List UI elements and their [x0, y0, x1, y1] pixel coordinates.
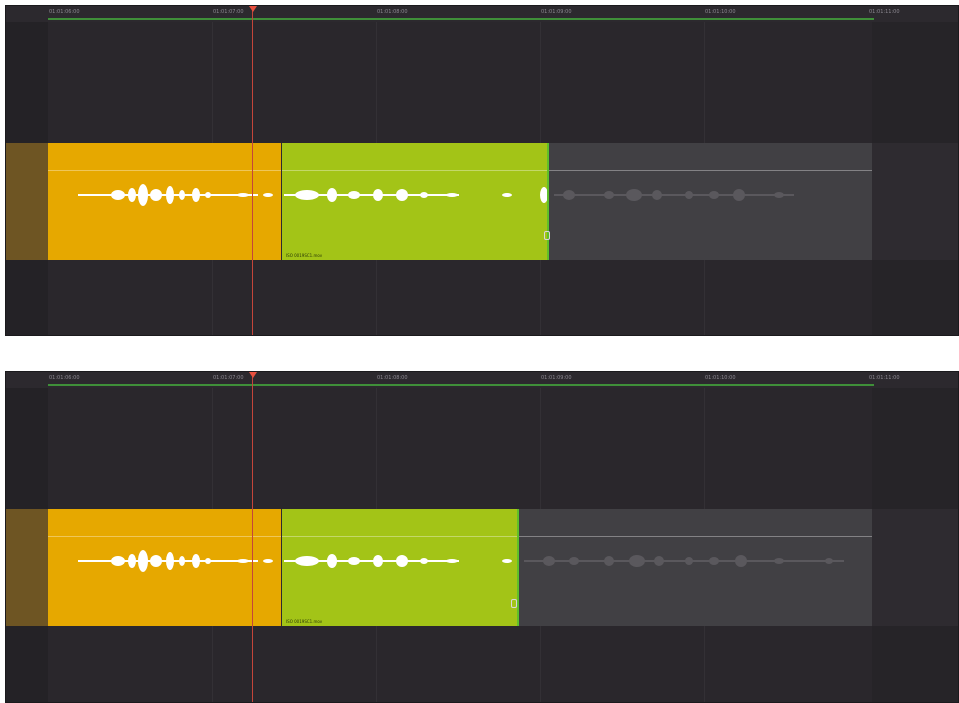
audio-waveform — [284, 187, 548, 203]
timecode-ruler[interactable]: 01:01:06:00 01:01:07:00 01:01:08:00 01:0… — [6, 6, 958, 22]
ruler-timecode: 01:01:07:00 — [213, 9, 244, 15]
in-out-range-bar — [48, 18, 874, 20]
clip-unused-media-region — [549, 143, 872, 260]
audio-clip-green[interactable]: ISO 0019SC1.mov — [282, 143, 549, 260]
in-out-range-bar — [48, 384, 874, 386]
clip-before-region — [6, 143, 48, 260]
trim-cursor-icon — [544, 231, 550, 240]
ruler-timecode: 01:01:08:00 — [377, 375, 408, 381]
audio-clip-orange[interactable] — [48, 143, 281, 260]
clip-unused-media-region — [519, 509, 872, 626]
clip-name-label: ISO 0019SC1.mov — [286, 253, 323, 258]
audio-waveform-ghost — [554, 189, 794, 201]
audio-waveform — [78, 550, 273, 572]
playhead-marker-icon[interactable] — [249, 6, 257, 12]
ruler-timecode: 01:01:11:00 — [869, 375, 900, 381]
playhead[interactable] — [252, 372, 253, 702]
audio-waveform-ghost — [524, 555, 844, 567]
timeline-panel-before-trim: 01:01:06:00 01:01:07:00 01:01:08:00 01:0… — [5, 5, 959, 336]
ruler-timecode: 01:01:08:00 — [377, 9, 408, 15]
ruler-timecode: 01:01:07:00 — [213, 375, 244, 381]
playhead-marker-icon[interactable] — [249, 372, 257, 378]
ruler-timecode: 01:01:09:00 — [541, 9, 572, 15]
trim-cursor-icon — [511, 599, 517, 608]
timeline-panel-after-trim: 01:01:06:00 01:01:07:00 01:01:08:00 01:0… — [5, 371, 959, 703]
ruler-timecode: 01:01:11:00 — [869, 9, 900, 15]
clip-before-region — [6, 509, 48, 626]
ruler-timecode: 01:01:06:00 — [49, 375, 80, 381]
ruler-timecode: 01:01:10:00 — [705, 9, 736, 15]
audio-waveform — [284, 554, 512, 568]
timecode-ruler[interactable]: 01:01:06:00 01:01:07:00 01:01:08:00 01:0… — [6, 372, 958, 388]
audio-clip-green[interactable]: ISO 0019SC1.mov — [282, 509, 519, 626]
audio-waveform — [78, 184, 273, 206]
ruler-timecode: 01:01:06:00 — [49, 9, 80, 15]
playhead[interactable] — [252, 6, 253, 335]
clip-name-label: ISO 0019SC1.mov — [286, 619, 323, 624]
audio-clip-orange[interactable] — [48, 509, 281, 626]
ruler-timecode: 01:01:09:00 — [541, 375, 572, 381]
ruler-timecode: 01:01:10:00 — [705, 375, 736, 381]
